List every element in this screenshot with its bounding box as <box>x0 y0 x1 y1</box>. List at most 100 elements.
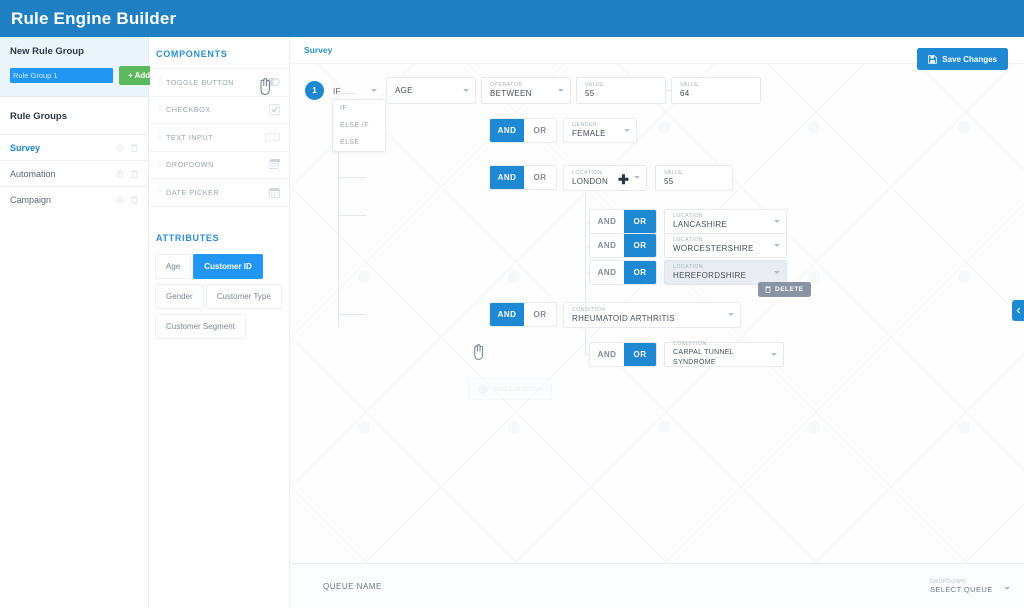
attribute-chip-gender[interactable]: Gender <box>155 283 204 309</box>
or-button[interactable]: OR <box>624 343 656 366</box>
palette-item-toggle-button[interactable]: ⋮ TOGGLE BUTTON <box>150 69 289 97</box>
palette-item-text-input[interactable]: ⋮ TEXT INPUT <box>150 124 289 152</box>
sidebar-item-campaign[interactable]: Campaign <box>0 186 148 212</box>
field-value: LANCASHIRE <box>673 220 728 229</box>
field-caption: VALUE <box>585 82 605 88</box>
chevron-down-icon[interactable] <box>774 219 780 223</box>
trash-icon[interactable] <box>131 144 138 152</box>
condition-field-rheumatoid-arthritis[interactable]: CONDITION RHEUMATOID ARTHRITIS <box>563 302 741 328</box>
palette-item-checkbox[interactable]: ⋮ CHECKBOX <box>150 97 289 124</box>
location-field-london[interactable]: LOCATION LONDON <box>563 165 647 191</box>
chevron-down-icon[interactable] <box>774 270 780 274</box>
logic-toggle-location[interactable]: AND OR <box>489 165 557 190</box>
drag-handle-icon[interactable]: ⋮ <box>156 133 165 141</box>
nested-location-field-worcestershire[interactable]: LOCATION WORCESTERSHIRE <box>664 233 787 258</box>
sidebar-item-survey[interactable]: Survey <box>0 134 148 160</box>
new-rule-group-input[interactable] <box>10 68 113 83</box>
chevron-down-icon[interactable] <box>624 128 630 132</box>
attribute-chip-customer-id[interactable]: Customer ID <box>193 253 263 279</box>
attribute-chip-customer-segment[interactable]: Customer Segment <box>155 313 246 339</box>
field-caption: LOCATION <box>673 213 704 219</box>
queue-name-label: QUEUE NAME <box>323 581 382 591</box>
component-label: TEXT INPUT <box>166 132 213 142</box>
drag-handle-icon[interactable]: ⋮ <box>156 188 165 196</box>
if-option-else[interactable]: ELSE <box>333 134 385 151</box>
logic-toggle-lancashire[interactable]: AND OR <box>589 209 657 234</box>
chevron-down-icon[interactable] <box>774 243 780 247</box>
trash-icon[interactable] <box>131 196 138 204</box>
sidebar-item-automation[interactable]: Automation <box>0 160 148 186</box>
chevron-down-icon[interactable] <box>463 88 469 92</box>
and-button[interactable]: AND <box>490 303 524 326</box>
breadcrumb: Survey <box>304 45 333 55</box>
drag-handle-icon[interactable]: ⋮ <box>156 160 165 169</box>
field-value: SELECT QUEUE <box>930 584 993 594</box>
chevron-down-icon[interactable] <box>634 176 640 179</box>
logic-toggle-worcestershire[interactable]: AND OR <box>589 233 657 258</box>
location-value-field[interactable]: VALUE 55 <box>655 165 733 191</box>
left-sidebar: New Rule Group + Add Rule Groups Survey … <box>0 37 160 608</box>
palette-item-dropdown[interactable]: ⋮ DROPDOWN <box>150 152 289 179</box>
or-button[interactable]: OR <box>524 119 556 142</box>
chevron-down-icon[interactable] <box>771 352 777 356</box>
or-button[interactable]: OR <box>624 261 656 284</box>
if-option-if[interactable]: IF <box>333 100 385 117</box>
rule-canvas: Survey 1 IF IF ELSE IF ELSE AGE OPERATOR… <box>291 37 1024 608</box>
attribute-chip-customer-type[interactable]: Customer Type <box>205 283 282 309</box>
delete-tooltip[interactable]: DELETE <box>758 282 811 297</box>
queue-select-field[interactable]: DROPDOWN SELECT QUEUE <box>930 574 1010 598</box>
logic-toggle-herefordshire[interactable]: AND OR <box>589 260 657 285</box>
drag-handle-icon[interactable]: ⋮ <box>156 78 165 86</box>
rule-group-label: Survey <box>10 142 41 153</box>
or-button[interactable]: OR <box>524 303 556 326</box>
component-label: DROPDOWN <box>166 160 214 170</box>
attribute-field-age[interactable]: AGE <box>386 77 476 104</box>
if-selector-menu[interactable]: IF ELSE IF ELSE <box>332 99 386 152</box>
drag-handle-icon[interactable]: ⋮ <box>156 105 165 114</box>
chevron-down-icon[interactable] <box>371 89 377 92</box>
gear-icon[interactable] <box>116 196 124 204</box>
field-value: 64 <box>680 89 690 98</box>
plus-circle-icon <box>478 384 488 394</box>
and-button[interactable]: AND <box>590 234 624 257</box>
rule-engine-builder-app: Rule Engine Builder New Rule Group + Add… <box>0 0 1024 608</box>
and-button[interactable]: AND <box>490 166 524 189</box>
logic-toggle-condition-nested[interactable]: AND OR <box>589 342 657 367</box>
nested-location-field-lancashire[interactable]: LOCATION LANCASHIRE <box>664 209 787 234</box>
logic-toggle-gender[interactable]: AND OR <box>489 118 557 143</box>
attribute-chip-age[interactable]: Age <box>155 253 192 279</box>
step-badge: 1 <box>305 81 324 100</box>
palette-item-date-picker[interactable]: ⋮ DATE PICKER <box>150 179 289 207</box>
and-button[interactable]: AND <box>590 343 624 366</box>
or-button[interactable]: OR <box>624 210 656 233</box>
or-button[interactable]: OR <box>524 166 556 189</box>
gender-field[interactable]: GENDER FEMALE <box>563 118 637 143</box>
value-min-field[interactable]: VALUE 55 <box>576 77 666 104</box>
gear-icon[interactable] <box>116 170 124 178</box>
if-selector[interactable]: IF <box>333 84 383 98</box>
chevron-down-icon[interactable] <box>728 313 734 316</box>
field-value: RHEUMATOID ARTHRITIS <box>572 313 675 323</box>
and-button[interactable]: AND <box>490 119 524 142</box>
rule-groups-heading: Rule Groups <box>10 111 68 122</box>
save-changes-button[interactable]: Save Changes <box>917 48 1008 70</box>
new-rule-group-panel: New Rule Group + Add <box>0 37 160 97</box>
logic-toggle-condition[interactable]: AND OR <box>489 302 557 327</box>
trash-icon[interactable] <box>131 170 138 178</box>
add-condition-button[interactable]: Add Condition <box>468 378 553 400</box>
gear-icon[interactable] <box>116 144 124 152</box>
field-caption: OPERATOR <box>490 82 523 88</box>
panel-toggle-tab[interactable] <box>1012 300 1024 321</box>
add-condition-label: Add Condition <box>493 385 543 393</box>
condition-field-carpal-tunnel-syndrome[interactable]: CONDITION CARPAL TUNNEL SYNDROME <box>664 341 784 367</box>
operator-field[interactable]: OPERATOR BETWEEN <box>481 77 571 104</box>
if-option-else-if[interactable]: ELSE IF <box>333 117 385 134</box>
or-button[interactable]: OR <box>624 234 656 257</box>
toggle-switch-icon <box>264 76 280 88</box>
value-max-field[interactable]: VALUE 64 <box>671 77 761 104</box>
and-button[interactable]: AND <box>590 261 624 284</box>
chevron-down-icon[interactable] <box>1004 587 1010 590</box>
connector-line <box>338 314 366 315</box>
chevron-down-icon[interactable] <box>558 88 564 92</box>
and-button[interactable]: AND <box>590 210 624 233</box>
